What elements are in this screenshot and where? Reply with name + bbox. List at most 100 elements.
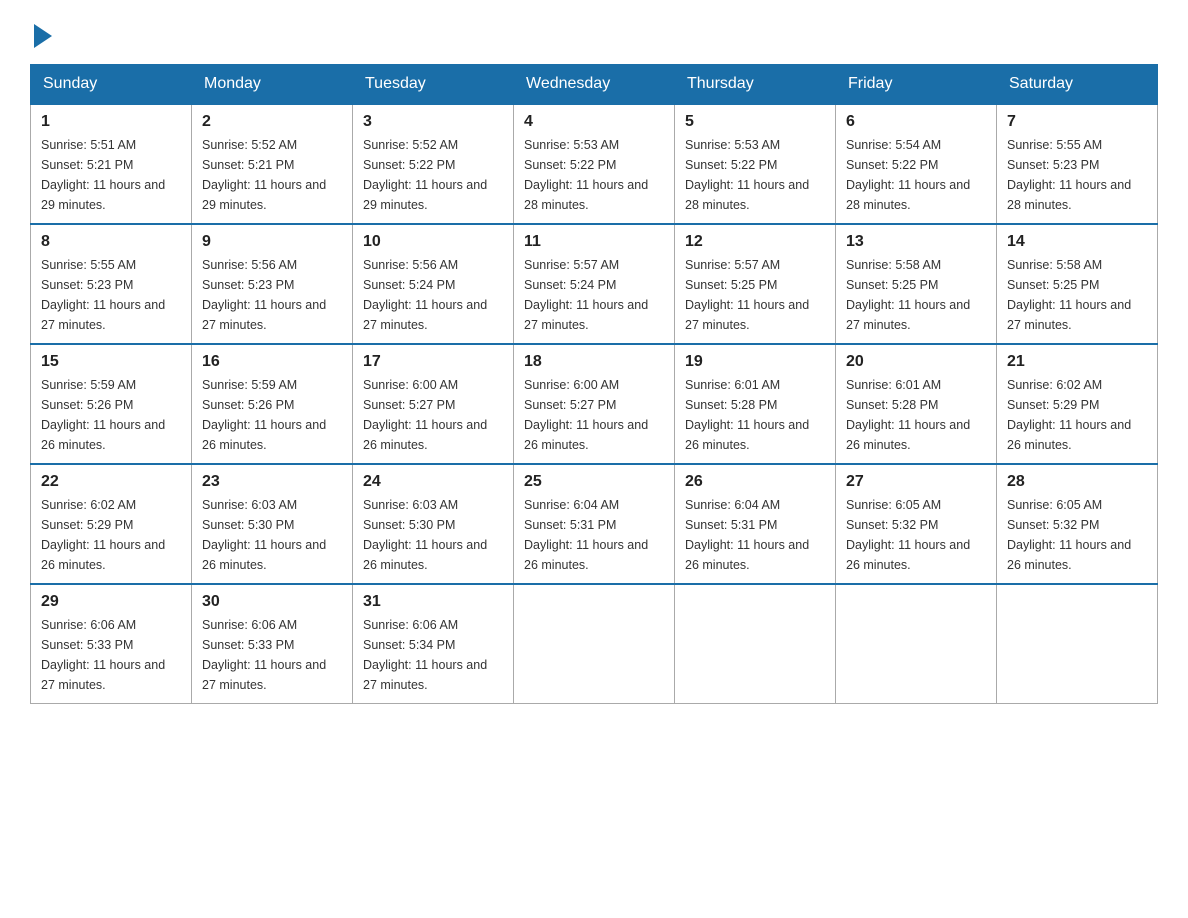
calendar-cell: 19 Sunrise: 6:01 AM Sunset: 5:28 PM Dayl… [675, 344, 836, 464]
calendar-cell: 15 Sunrise: 5:59 AM Sunset: 5:26 PM Dayl… [31, 344, 192, 464]
logo-arrow-icon [34, 24, 52, 48]
weekday-header-row: SundayMondayTuesdayWednesdayThursdayFrid… [31, 65, 1158, 105]
day-info: Sunrise: 5:57 AM Sunset: 5:24 PM Dayligh… [524, 255, 664, 335]
calendar-week-4: 22 Sunrise: 6:02 AM Sunset: 5:29 PM Dayl… [31, 464, 1158, 584]
calendar-cell: 18 Sunrise: 6:00 AM Sunset: 5:27 PM Dayl… [514, 344, 675, 464]
day-info: Sunrise: 5:54 AM Sunset: 5:22 PM Dayligh… [846, 135, 986, 215]
calendar-week-1: 1 Sunrise: 5:51 AM Sunset: 5:21 PM Dayli… [31, 104, 1158, 224]
day-number: 7 [1007, 113, 1147, 131]
weekday-header-monday: Monday [192, 65, 353, 105]
day-info: Sunrise: 5:55 AM Sunset: 5:23 PM Dayligh… [41, 255, 181, 335]
day-info: Sunrise: 5:52 AM Sunset: 5:21 PM Dayligh… [202, 135, 342, 215]
calendar-cell: 17 Sunrise: 6:00 AM Sunset: 5:27 PM Dayl… [353, 344, 514, 464]
calendar-cell: 12 Sunrise: 5:57 AM Sunset: 5:25 PM Dayl… [675, 224, 836, 344]
calendar-cell [997, 584, 1158, 704]
calendar-cell: 24 Sunrise: 6:03 AM Sunset: 5:30 PM Dayl… [353, 464, 514, 584]
day-info: Sunrise: 5:58 AM Sunset: 5:25 PM Dayligh… [846, 255, 986, 335]
day-number: 26 [685, 473, 825, 491]
day-number: 28 [1007, 473, 1147, 491]
day-number: 4 [524, 113, 664, 131]
calendar-cell: 7 Sunrise: 5:55 AM Sunset: 5:23 PM Dayli… [997, 104, 1158, 224]
calendar-cell: 25 Sunrise: 6:04 AM Sunset: 5:31 PM Dayl… [514, 464, 675, 584]
day-number: 9 [202, 233, 342, 251]
day-info: Sunrise: 6:02 AM Sunset: 5:29 PM Dayligh… [1007, 375, 1147, 455]
day-number: 14 [1007, 233, 1147, 251]
day-number: 8 [41, 233, 181, 251]
day-info: Sunrise: 6:04 AM Sunset: 5:31 PM Dayligh… [524, 495, 664, 575]
day-number: 5 [685, 113, 825, 131]
day-number: 11 [524, 233, 664, 251]
calendar-cell: 30 Sunrise: 6:06 AM Sunset: 5:33 PM Dayl… [192, 584, 353, 704]
day-number: 27 [846, 473, 986, 491]
day-number: 2 [202, 113, 342, 131]
calendar-cell: 13 Sunrise: 5:58 AM Sunset: 5:25 PM Dayl… [836, 224, 997, 344]
day-info: Sunrise: 6:06 AM Sunset: 5:34 PM Dayligh… [363, 615, 503, 695]
day-info: Sunrise: 5:59 AM Sunset: 5:26 PM Dayligh… [41, 375, 181, 455]
weekday-header-friday: Friday [836, 65, 997, 105]
day-info: Sunrise: 6:00 AM Sunset: 5:27 PM Dayligh… [524, 375, 664, 455]
day-info: Sunrise: 5:52 AM Sunset: 5:22 PM Dayligh… [363, 135, 503, 215]
weekday-header-tuesday: Tuesday [353, 65, 514, 105]
day-info: Sunrise: 6:03 AM Sunset: 5:30 PM Dayligh… [202, 495, 342, 575]
calendar-cell [836, 584, 997, 704]
day-number: 1 [41, 113, 181, 131]
calendar-cell: 23 Sunrise: 6:03 AM Sunset: 5:30 PM Dayl… [192, 464, 353, 584]
calendar-cell: 28 Sunrise: 6:05 AM Sunset: 5:32 PM Dayl… [997, 464, 1158, 584]
calendar-cell [514, 584, 675, 704]
calendar-cell: 8 Sunrise: 5:55 AM Sunset: 5:23 PM Dayli… [31, 224, 192, 344]
day-info: Sunrise: 6:05 AM Sunset: 5:32 PM Dayligh… [846, 495, 986, 575]
day-number: 6 [846, 113, 986, 131]
day-number: 21 [1007, 353, 1147, 371]
day-number: 23 [202, 473, 342, 491]
day-number: 29 [41, 593, 181, 611]
calendar-cell: 2 Sunrise: 5:52 AM Sunset: 5:21 PM Dayli… [192, 104, 353, 224]
weekday-header-sunday: Sunday [31, 65, 192, 105]
day-number: 15 [41, 353, 181, 371]
day-info: Sunrise: 5:51 AM Sunset: 5:21 PM Dayligh… [41, 135, 181, 215]
calendar-week-2: 8 Sunrise: 5:55 AM Sunset: 5:23 PM Dayli… [31, 224, 1158, 344]
day-number: 20 [846, 353, 986, 371]
day-number: 25 [524, 473, 664, 491]
day-info: Sunrise: 6:01 AM Sunset: 5:28 PM Dayligh… [846, 375, 986, 455]
day-number: 10 [363, 233, 503, 251]
calendar-table: SundayMondayTuesdayWednesdayThursdayFrid… [30, 64, 1158, 704]
day-number: 17 [363, 353, 503, 371]
calendar-cell: 5 Sunrise: 5:53 AM Sunset: 5:22 PM Dayli… [675, 104, 836, 224]
day-number: 22 [41, 473, 181, 491]
calendar-cell: 26 Sunrise: 6:04 AM Sunset: 5:31 PM Dayl… [675, 464, 836, 584]
day-number: 3 [363, 113, 503, 131]
weekday-header-saturday: Saturday [997, 65, 1158, 105]
calendar-cell: 10 Sunrise: 5:56 AM Sunset: 5:24 PM Dayl… [353, 224, 514, 344]
calendar-cell: 16 Sunrise: 5:59 AM Sunset: 5:26 PM Dayl… [192, 344, 353, 464]
day-info: Sunrise: 6:00 AM Sunset: 5:27 PM Dayligh… [363, 375, 503, 455]
day-number: 24 [363, 473, 503, 491]
calendar-cell: 14 Sunrise: 5:58 AM Sunset: 5:25 PM Dayl… [997, 224, 1158, 344]
calendar-cell: 9 Sunrise: 5:56 AM Sunset: 5:23 PM Dayli… [192, 224, 353, 344]
day-info: Sunrise: 6:04 AM Sunset: 5:31 PM Dayligh… [685, 495, 825, 575]
calendar-cell: 3 Sunrise: 5:52 AM Sunset: 5:22 PM Dayli… [353, 104, 514, 224]
day-info: Sunrise: 5:59 AM Sunset: 5:26 PM Dayligh… [202, 375, 342, 455]
day-info: Sunrise: 5:58 AM Sunset: 5:25 PM Dayligh… [1007, 255, 1147, 335]
calendar-cell: 21 Sunrise: 6:02 AM Sunset: 5:29 PM Dayl… [997, 344, 1158, 464]
calendar-body: 1 Sunrise: 5:51 AM Sunset: 5:21 PM Dayli… [31, 104, 1158, 704]
day-number: 16 [202, 353, 342, 371]
calendar-cell: 1 Sunrise: 5:51 AM Sunset: 5:21 PM Dayli… [31, 104, 192, 224]
calendar-cell: 22 Sunrise: 6:02 AM Sunset: 5:29 PM Dayl… [31, 464, 192, 584]
calendar-cell: 27 Sunrise: 6:05 AM Sunset: 5:32 PM Dayl… [836, 464, 997, 584]
day-number: 18 [524, 353, 664, 371]
day-info: Sunrise: 5:57 AM Sunset: 5:25 PM Dayligh… [685, 255, 825, 335]
day-number: 31 [363, 593, 503, 611]
weekday-header-wednesday: Wednesday [514, 65, 675, 105]
calendar-cell: 4 Sunrise: 5:53 AM Sunset: 5:22 PM Dayli… [514, 104, 675, 224]
day-number: 13 [846, 233, 986, 251]
weekday-header-thursday: Thursday [675, 65, 836, 105]
calendar-cell: 31 Sunrise: 6:06 AM Sunset: 5:34 PM Dayl… [353, 584, 514, 704]
page-header [30, 20, 1158, 44]
day-number: 12 [685, 233, 825, 251]
day-info: Sunrise: 6:06 AM Sunset: 5:33 PM Dayligh… [202, 615, 342, 695]
day-info: Sunrise: 6:06 AM Sunset: 5:33 PM Dayligh… [41, 615, 181, 695]
day-info: Sunrise: 6:03 AM Sunset: 5:30 PM Dayligh… [363, 495, 503, 575]
calendar-cell [675, 584, 836, 704]
logo [30, 20, 52, 44]
calendar-cell: 6 Sunrise: 5:54 AM Sunset: 5:22 PM Dayli… [836, 104, 997, 224]
